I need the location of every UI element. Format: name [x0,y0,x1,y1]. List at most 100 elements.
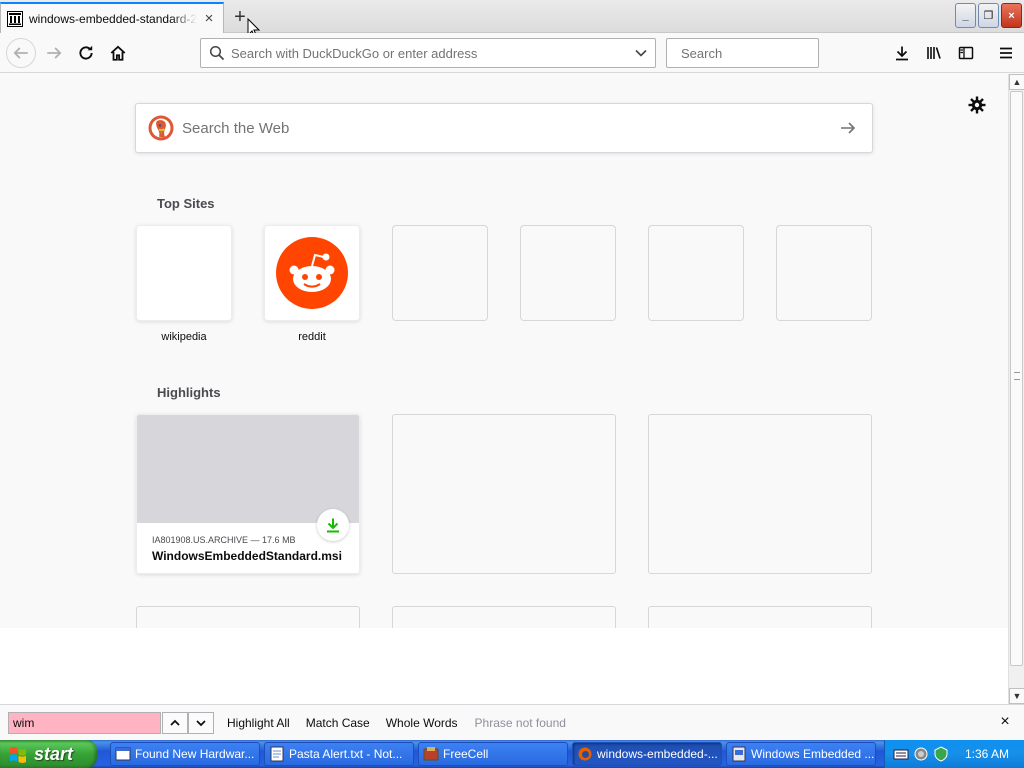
find-status: Phrase not found [474,715,566,730]
notepad-icon [270,746,284,762]
installer-icon [732,746,746,762]
windows-flag-icon [10,747,26,763]
tab-strip: windows-embedded-standard-2009 × + _ ❐ × [0,0,1024,39]
arrow-right-icon [841,122,856,134]
highlight-placeholder [648,606,872,628]
top-site-tile-empty [648,225,744,321]
system-tray: 1:36 AM [884,740,1024,768]
find-previous-button[interactable] [162,711,188,734]
whole-words-toggle[interactable]: Whole Words [386,716,458,730]
web-search-box[interactable] [135,103,873,153]
scroll-up-button[interactable]: ▲ [1009,74,1024,90]
back-arrow-icon [13,47,28,59]
web-search-input[interactable] [182,119,824,137]
home-button[interactable] [104,39,132,67]
content-blank-area [0,628,1008,704]
taskbar-item-label: Pasta Alert.txt - Not... [289,747,403,761]
url-bar[interactable] [200,38,656,68]
find-close-button[interactable]: × [996,713,1014,731]
top-site-tile-wikipedia[interactable] [136,225,232,321]
highlight-all-toggle[interactable]: Highlight All [227,716,290,730]
keyboard-icon[interactable] [893,746,909,762]
url-input[interactable] [231,45,627,61]
download-icon [896,46,908,61]
search-input[interactable] [681,45,857,61]
vertical-scrollbar[interactable]: ▲ ▼ [1008,74,1024,704]
downloads-button[interactable] [888,39,916,67]
highlight-meta: IA801908.US.ARCHIVE — 17.6 MB [152,535,296,545]
app-menu-button[interactable] [992,39,1020,67]
highlight-title: WindowsEmbeddedStandard.msi [152,549,342,563]
close-window-button[interactable]: × [1001,3,1022,28]
match-case-toggle[interactable]: Match Case [306,716,370,730]
taskbar-item-label: Windows Embedded ... [751,747,875,761]
maximize-button[interactable]: ❐ [978,3,999,28]
scroll-thumb[interactable] [1010,91,1023,666]
minimize-button[interactable]: _ [955,3,976,28]
clock: 1:36 AM [965,747,1010,761]
tab-active[interactable]: windows-embedded-standard-2009 × [0,2,224,33]
library-icon [927,47,941,59]
highlight-card[interactable]: IA801908.US.ARCHIVE — 17.6 MB WindowsEmb… [136,414,360,574]
chevron-down-icon [196,719,206,726]
find-input[interactable] [8,711,161,734]
archive-icon [7,10,23,27]
security-shield-icon[interactable] [933,746,949,762]
top-site-tile-empty [520,225,616,321]
highlight-placeholder [648,414,872,574]
back-button[interactable] [6,38,36,68]
taskbar-item-hardware[interactable]: Found New Hardwar... [110,742,260,766]
sidebar-icon [958,46,974,60]
chevron-down-icon [635,49,647,57]
find-bar: Highlight All Match Case Whole Words Phr… [0,704,1024,740]
taskbar-item-notepad[interactable]: Pasta Alert.txt - Not... [264,742,414,766]
highlight-placeholder [392,414,616,574]
taskbar-item-freecell[interactable]: FreeCell [418,742,568,766]
top-site-label: wikipedia [161,331,207,343]
window-controls: _ ❐ × [955,3,1022,28]
highlight-placeholder [392,606,616,628]
freecell-icon [423,747,439,761]
navigation-toolbar [0,33,1024,73]
tab-close-button[interactable]: × [201,10,217,27]
start-label: start [34,743,74,764]
download-icon [327,518,339,533]
highlight-download-badge [317,509,349,541]
sidebar-button[interactable] [952,39,980,67]
web-search-submit-button[interactable] [824,104,872,152]
duckduckgo-icon [148,115,174,141]
scroll-down-button[interactable]: ▼ [1009,688,1024,704]
taskbar-item-windows-embedded[interactable]: Windows Embedded ... [726,742,876,766]
window-icon [115,747,131,761]
highlight-preview [137,415,359,523]
top-sites-heading: Top Sites [157,196,215,211]
highlights-heading: Highlights [157,385,221,400]
gear-icon [968,96,986,114]
taskbar-item-firefox[interactable]: windows-embedded-... [572,742,722,766]
scroll-grip [1014,372,1020,380]
top-site-tile-empty [776,225,872,321]
top-site-tile-reddit[interactable] [264,225,360,321]
find-next-button[interactable] [188,711,214,734]
customize-button[interactable] [966,94,988,116]
library-button[interactable] [920,39,948,67]
reload-button[interactable] [72,39,100,67]
url-history-dropdown[interactable] [627,39,655,67]
reload-icon [79,45,93,60]
network-icon[interactable] [913,746,929,762]
forward-button[interactable] [40,39,68,67]
taskbar-item-label: FreeCell [443,747,489,761]
forward-arrow-icon [47,47,62,59]
search-bar[interactable] [666,38,857,68]
highlight-placeholder [136,606,360,628]
windows-taskbar: start Found New Hardwar... Pasta Alert.t… [0,740,1024,768]
tab-title: windows-embedded-standard-2009 [29,11,197,26]
top-site-tile-empty [392,225,488,321]
firefox-icon [578,747,592,761]
home-icon [110,45,126,61]
search-icon [209,45,225,61]
start-button[interactable]: start [0,740,97,768]
taskbar-item-label: windows-embedded-... [597,747,718,761]
reddit-icon [276,237,348,309]
top-site-label: reddit [298,331,326,343]
